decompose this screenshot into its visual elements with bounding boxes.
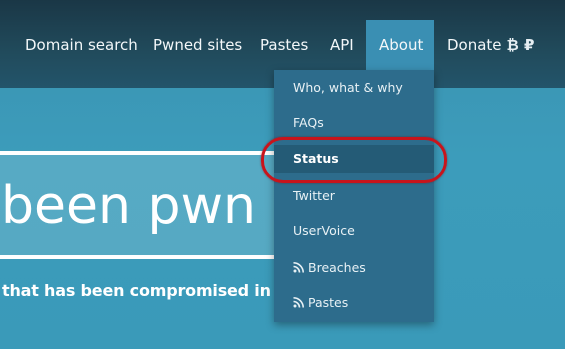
menu-item-label: FAQs xyxy=(293,115,324,130)
menu-item-label: UserVoice xyxy=(293,223,355,238)
rss-icon xyxy=(293,262,304,273)
menu-item-pastes[interactable]: Pastes xyxy=(274,289,434,317)
nav-donate[interactable]: Donate ₿ ₽ xyxy=(447,20,534,70)
menu-item-breaches[interactable]: Breaches xyxy=(274,254,434,282)
menu-item-label: Pastes xyxy=(308,295,349,310)
menu-item-who-what-why[interactable]: Who, what & why xyxy=(274,74,434,102)
nav-pastes[interactable]: Pastes xyxy=(260,20,308,70)
status-highlight-annotation xyxy=(261,137,447,183)
nav-pwned-sites[interactable]: Pwned sites xyxy=(153,20,242,70)
nav-api[interactable]: API xyxy=(330,20,354,70)
hero-title: been pwn xyxy=(1,176,256,236)
nav-domain-search[interactable]: Domain search xyxy=(25,20,138,70)
menu-item-faqs[interactable]: FAQs xyxy=(274,109,434,137)
nav-about[interactable]: About xyxy=(366,20,434,70)
crypto-coins-icon: ₿ ₽ xyxy=(506,36,535,54)
nav-donate-label: Donate xyxy=(447,36,502,54)
rss-icon xyxy=(293,297,304,308)
hero-subtitle: that has been compromised in a xyxy=(2,281,287,300)
menu-item-uservoice[interactable]: UserVoice xyxy=(274,217,434,245)
menu-item-label: Twitter xyxy=(293,188,335,203)
about-dropdown-menu: Who, what & why FAQs Status Twitter User… xyxy=(274,70,434,322)
menu-item-twitter[interactable]: Twitter xyxy=(274,182,434,210)
menu-item-label: Breaches xyxy=(308,260,366,275)
menu-item-label: Who, what & why xyxy=(293,80,403,95)
